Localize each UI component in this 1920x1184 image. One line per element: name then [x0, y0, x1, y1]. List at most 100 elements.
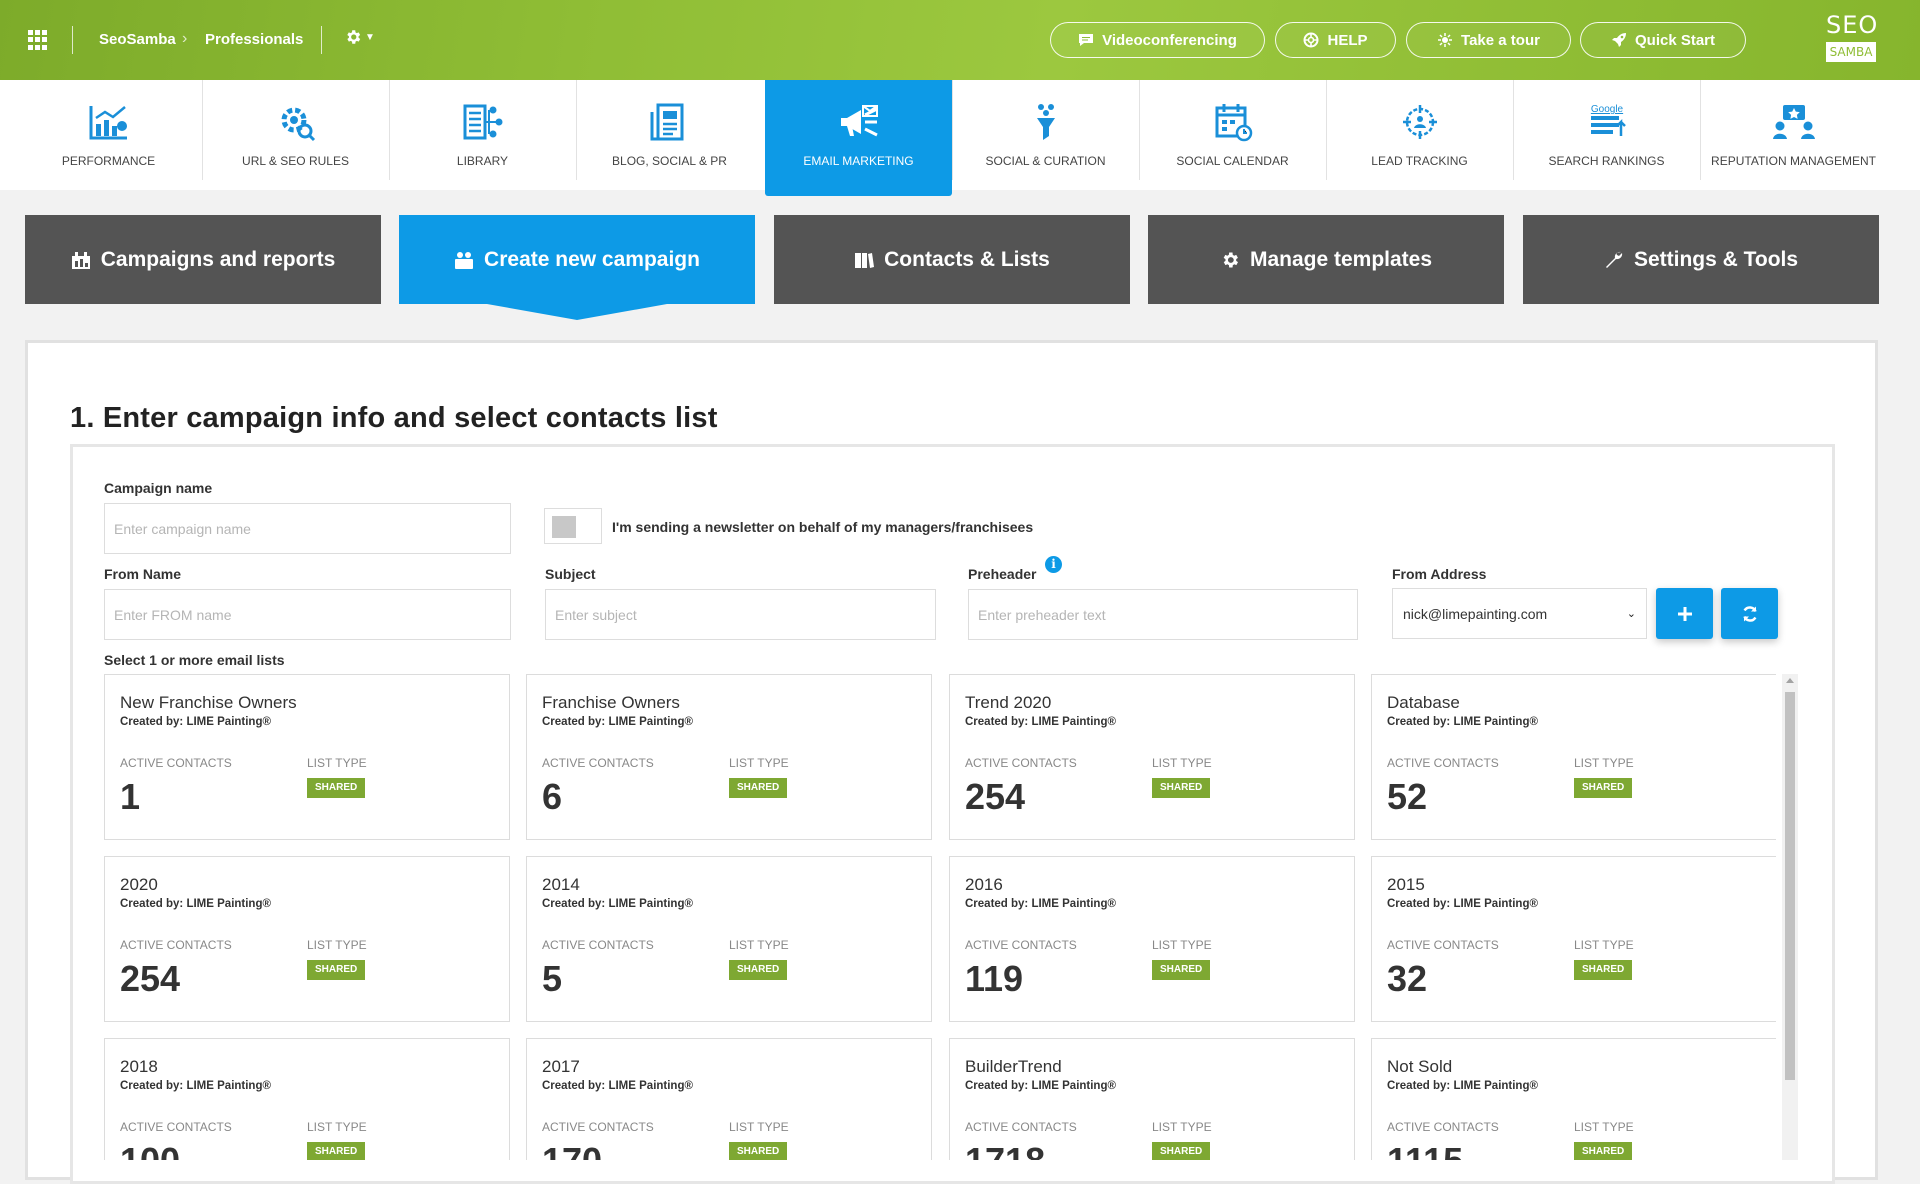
module-reputation-management[interactable]: REPUTATION MANAGEMENT — [1700, 80, 1887, 190]
breadcrumb-seosamba[interactable]: SeoSamba — [99, 31, 176, 48]
list-type-badge: SHARED — [1574, 960, 1633, 980]
list-name: BuilderTrend — [965, 1057, 1062, 1076]
active-contacts-label: ACTIVE CONTACTS — [1387, 938, 1499, 952]
list-card[interactable]: Not Sold Created by: LIME Painting® ACTI… — [1371, 1038, 1776, 1160]
chevron-down-icon: ⌄ — [1626, 608, 1636, 620]
list-card[interactable]: 2018 Created by: LIME Painting® ACTIVE C… — [104, 1038, 510, 1160]
list-created-by: Created by: LIME Painting® — [965, 1080, 1116, 1092]
module-social-calendar[interactable]: SOCIAL CALENDAR — [1139, 80, 1326, 190]
videoconferencing-button[interactable]: Videoconferencing — [1050, 22, 1265, 58]
list-card[interactable]: 2020 Created by: LIME Painting® ACTIVE C… — [104, 856, 510, 1022]
active-contacts-count: 6 — [542, 776, 563, 817]
apps-grid-icon[interactable] — [28, 30, 48, 50]
seosamba-logo[interactable]: SEO SAMBA — [1826, 11, 1879, 66]
preheader-label: Preheader — [968, 566, 1037, 582]
module-blog-social-pr[interactable]: BLOG, SOCIAL & PR — [576, 80, 763, 190]
module-label: LEAD TRACKING — [1371, 154, 1468, 168]
list-card[interactable]: New Franchise Owners Created by: LIME Pa… — [104, 674, 510, 840]
email-lists-grid: New Franchise Owners Created by: LIME Pa… — [104, 674, 1776, 1160]
newsletter-on-behalf-label: I'm sending a newsletter on behalf of my… — [612, 519, 1034, 535]
module-search-rankings[interactable]: Google SEARCH RANKINGS — [1513, 80, 1700, 190]
module-label: SEARCH RANKINGS — [1548, 154, 1665, 168]
list-card[interactable]: Trend 2020 Created by: LIME Painting® AC… — [949, 674, 1355, 840]
list-created-by: Created by: LIME Painting® — [965, 898, 1116, 910]
breadcrumb-professionals[interactable]: Professionals — [205, 31, 303, 48]
divider — [72, 26, 73, 54]
active-contacts-count: 254 — [965, 776, 1026, 817]
refresh-from-address-button[interactable] — [1721, 588, 1778, 639]
list-type-badge: SHARED — [1152, 1142, 1211, 1160]
users-icon — [455, 251, 474, 269]
svg-text:Google: Google — [1590, 104, 1623, 115]
module-library[interactable]: LIBRARY — [389, 80, 576, 190]
module-performance[interactable]: PERFORMANCE — [15, 80, 202, 190]
list-card[interactable]: Database Created by: LIME Painting® ACTI… — [1371, 674, 1776, 840]
scrollbar-thumb[interactable] — [1785, 692, 1795, 1080]
breadcrumb-separator-icon: › — [182, 30, 188, 47]
tab-label: Settings & Tools — [1633, 247, 1799, 271]
settings-dropdown[interactable]: ▼ — [344, 28, 375, 46]
list-name: Not Sold — [1387, 1057, 1453, 1076]
active-contacts-count: 32 — [1387, 958, 1428, 999]
chat-icon — [1079, 34, 1094, 46]
address-book-icon — [855, 252, 875, 268]
list-card[interactable]: 2017 Created by: LIME Painting® ACTIVE C… — [526, 1038, 932, 1160]
tab-campaigns-and-reports[interactable]: Campaigns and reports — [25, 215, 381, 304]
add-from-address-button[interactable] — [1656, 588, 1713, 639]
lists-scrollbar[interactable] — [1782, 674, 1798, 1160]
logo-line1: SEO — [1826, 11, 1879, 39]
module-lead-tracking[interactable]: LEAD TRACKING — [1326, 80, 1513, 190]
tab-manage-templates[interactable]: Manage templates — [1148, 215, 1504, 304]
tab-label: Create new campaign — [484, 247, 700, 271]
module-social-curation[interactable]: SOCIAL & CURATION — [952, 80, 1139, 190]
module-nav: PERFORMANCE URL & SEO RULES LIBRARY BLOG… — [0, 80, 1920, 196]
active-contacts-label: ACTIVE CONTACTS — [1387, 756, 1499, 770]
module-url-seo-rules[interactable]: URL & SEO RULES — [202, 80, 389, 190]
from-name-label: From Name — [104, 566, 182, 582]
subject-input[interactable] — [545, 589, 936, 640]
list-type-badge: SHARED — [729, 1142, 788, 1160]
refresh-icon — [1742, 605, 1757, 622]
quick-start-button[interactable]: Quick Start — [1580, 22, 1746, 58]
active-contacts-label: ACTIVE CONTACTS — [542, 1120, 654, 1134]
active-contacts-count: 1718 — [965, 1140, 1045, 1160]
list-type-badge: SHARED — [307, 1142, 366, 1160]
take-a-tour-button[interactable]: Take a tour — [1406, 22, 1571, 58]
active-contacts-label: ACTIVE CONTACTS — [542, 756, 654, 770]
module-label: PERFORMANCE — [61, 154, 156, 168]
tab-contacts-and-lists[interactable]: Contacts & Lists — [774, 215, 1130, 304]
active-contacts-label: ACTIVE CONTACTS — [120, 938, 232, 952]
active-contacts-count: 1 — [120, 776, 141, 817]
list-card[interactable]: 2015 Created by: LIME Painting® ACTIVE C… — [1371, 856, 1776, 1022]
funnel-icon — [1036, 104, 1055, 140]
newsletter-on-behalf-toggle[interactable] — [544, 508, 602, 544]
list-card[interactable]: BuilderTrend Created by: LIME Painting® … — [949, 1038, 1355, 1160]
active-contacts-count: 170 — [542, 1140, 602, 1160]
preheader-input[interactable] — [968, 589, 1358, 640]
help-button[interactable]: HELP — [1275, 22, 1396, 58]
list-name: New Franchise Owners — [120, 693, 297, 712]
list-card[interactable]: 2014 Created by: LIME Painting® ACTIVE C… — [526, 856, 932, 1022]
url-gear-icon — [281, 107, 315, 142]
list-created-by: Created by: LIME Painting® — [542, 898, 693, 910]
from-address-label: From Address — [1392, 566, 1487, 582]
scroll-up-arrow-icon[interactable] — [1786, 678, 1794, 683]
list-name: Database — [1387, 693, 1460, 712]
top-bar: SeoSamba › Professionals ▼ Videoconferen… — [0, 0, 1920, 80]
tab-create-new-campaign[interactable]: Create new campaign — [399, 215, 755, 320]
gear-icon — [347, 30, 361, 44]
newspaper-icon — [650, 103, 683, 141]
campaign-name-input[interactable] — [104, 503, 511, 554]
list-card[interactable]: 2016 Created by: LIME Painting® ACTIVE C… — [949, 856, 1355, 1022]
list-type-label: LIST TYPE — [307, 756, 367, 770]
module-email-marketing[interactable]: EMAIL MARKETING — [765, 80, 952, 196]
select-lists-label: Select 1 or more email lists — [104, 652, 285, 668]
from-address-select[interactable]: nick@limepainting.com ⌄ — [1392, 588, 1647, 639]
from-name-input[interactable] — [104, 589, 511, 640]
info-icon[interactable]: i — [1045, 556, 1062, 573]
toggle-knob — [552, 516, 576, 538]
list-created-by: Created by: LIME Painting® — [120, 1080, 271, 1092]
subject-label: Subject — [545, 566, 596, 582]
list-card[interactable]: Franchise Owners Created by: LIME Painti… — [526, 674, 932, 840]
tab-settings-and-tools[interactable]: Settings & Tools — [1523, 215, 1879, 304]
